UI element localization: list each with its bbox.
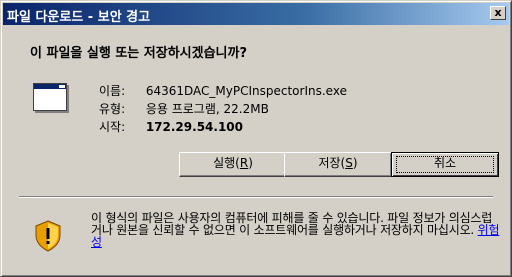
run-label-end: ) [248,156,253,170]
warning-message: 이 형식의 파일은 사용자의 컴퓨터에 피해를 줄 수 있습니다. 파일 정보가… [91,211,493,237]
file-source-label: 시작: [99,120,126,134]
save-label: 저장( [318,156,346,170]
security-shield-icon [35,220,61,252]
icon-controls [59,85,65,88]
title-bar[interactable]: 파일 다운로드 - 보안 경고 x [3,3,509,25]
save-accesskey: S [345,156,353,170]
focus-rectangle [396,156,494,173]
save-button[interactable]: 저장(S) [284,152,392,177]
prompt-question: 이 파일을 실행 또는 저장하시겠습니까? [30,46,248,61]
file-name-row: 이름: 64361DAC_MyPCInspectorIns.exe [99,82,347,99]
run-accesskey: R [239,156,249,170]
file-name-label: 이름: [99,84,126,98]
close-button[interactable]: x [490,6,506,20]
window-title: 파일 다운로드 - 보안 경고 [7,10,151,25]
application-window-icon [33,83,67,111]
file-type-value: 응용 프로그램, 22.2MB [145,102,269,116]
run-label: 실행( [213,156,240,170]
file-type-label: 유형: [99,102,126,116]
save-label-end: ) [352,156,358,170]
run-button[interactable]: 실행(R) [179,152,287,177]
file-download-dialog: 파일 다운로드 - 보안 경고 x 이 파일을 실행 또는 저장하시겠습니까? … [0,0,512,277]
file-source-row: 시작: 172.29.54.100 [99,118,243,135]
file-type-row: 유형: 응용 프로그램, 22.2MB [99,100,269,117]
separator-highlight [19,197,493,198]
security-warning-text: 이 형식의 파일은 사용자의 컴퓨터에 피해를 줄 수 있습니다. 파일 정보가… [91,212,501,248]
file-name-value: 64361DAC_MyPCInspectorIns.exe [145,84,347,98]
close-icon: x [494,6,502,19]
cancel-button[interactable]: 취소 [391,152,499,177]
file-source-value: 172.29.54.100 [145,120,243,134]
